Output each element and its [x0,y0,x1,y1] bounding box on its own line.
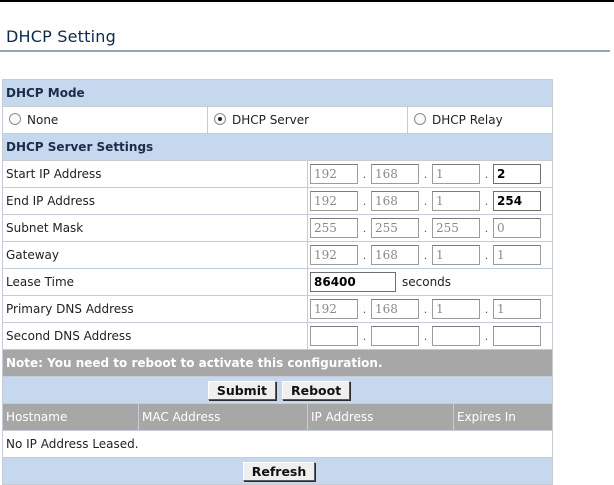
dhcp-mode-options: None DHCP Server DHCP Relay [2,106,554,134]
end-ip-octet-4[interactable]: 254 [493,191,541,211]
second-dns-octet-2[interactable] [371,326,419,346]
dhcp-mode-heading: DHCP Mode [1,79,554,107]
refresh-cell: Refresh [1,457,554,485]
mode-option-none[interactable]: None [2,106,208,134]
end-ip-octet-3[interactable]: 1 [432,191,480,211]
lease-table-header: Hostname MAC Address IP Address Expires … [2,403,554,431]
start-ip-label: Start IP Address [2,160,308,188]
server-settings-section: DHCP Server Settings [1,133,554,161]
subnet-octet-3[interactable]: 255 [432,218,480,238]
reboot-note: Note: You need to reboot to activate thi… [1,349,554,377]
title-divider [0,50,610,52]
gateway-octet-4[interactable]: 1 [493,245,541,265]
second-dns-octet-4[interactable] [493,326,541,346]
second-dns-row: Second DNS Address ... [2,322,554,350]
gateway-field: 192. 168. 1. 1 [306,241,554,269]
end-ip-label: End IP Address [2,187,308,215]
gateway-octet-1[interactable]: 192 [310,245,358,265]
gateway-label: Gateway [2,241,308,269]
lease-time-unit: seconds [402,275,452,289]
subnet-octet-1[interactable]: 255 [310,218,358,238]
end-ip-octet-1[interactable]: 192 [310,191,358,211]
lease-time-row: Lease Time 86400 seconds [2,268,554,296]
subnet-mask-field: 255. 255. 255. 0 [306,214,554,242]
subnet-octet-4[interactable]: 0 [493,218,541,238]
mode-option-relay[interactable]: DHCP Relay [406,106,554,134]
lease-time-label: Lease Time [2,268,308,296]
lease-empty-text: No IP Address Leased. [1,430,554,458]
start-ip-row: Start IP Address 192. 168. 1. 2 [2,160,554,188]
second-dns-field: ... [306,322,554,350]
mode-option-server[interactable]: DHCP Server [207,106,408,134]
primary-dns-octet-4[interactable]: 1 [493,299,541,319]
lease-empty-row: No IP Address Leased. [1,430,554,458]
start-ip-field: 192. 168. 1. 2 [306,160,554,188]
primary-dns-label: Primary DNS Address [2,295,308,323]
start-ip-octet-4[interactable]: 2 [493,164,541,184]
reboot-note-row: Note: You need to reboot to activate thi… [1,349,554,377]
start-ip-octet-1[interactable]: 192 [310,164,358,184]
lease-time-input[interactable]: 86400 [310,272,396,292]
end-ip-row: End IP Address 192. 168. 1. 254 [2,187,554,215]
gateway-row: Gateway 192. 168. 1. 1 [2,241,554,269]
primary-dns-field: 192. 168. 1. 1 [306,295,554,323]
mode-relay-label: DHCP Relay [432,113,503,127]
gateway-octet-3[interactable]: 1 [432,245,480,265]
mode-none-radio[interactable] [9,113,21,125]
subnet-octet-2[interactable]: 255 [371,218,419,238]
refresh-button[interactable]: Refresh [242,461,316,481]
refresh-row: Refresh [1,457,554,485]
primary-dns-octet-1[interactable]: 192 [310,299,358,319]
col-ip-address: IP Address [307,403,454,431]
primary-dns-octet-3[interactable]: 1 [432,299,480,319]
second-dns-label: Second DNS Address [2,322,308,350]
mode-server-label: DHCP Server [232,113,310,127]
submit-button[interactable]: Submit [207,380,276,400]
dhcp-mode-section: DHCP Mode [1,79,554,107]
subnet-mask-label: Subnet Mask [2,214,308,242]
end-ip-octet-2[interactable]: 168 [371,191,419,211]
col-hostname: Hostname [2,403,139,431]
server-settings-heading: DHCP Server Settings [1,133,554,161]
page-title: DHCP Setting [6,27,116,46]
end-ip-field: 192. 168. 1. 254 [306,187,554,215]
dhcp-settings-table: DHCP Mode None DHCP Server DHCP Relay DH… [1,79,554,485]
mode-server-radio[interactable] [214,113,226,125]
col-expires-in: Expires In [452,403,554,431]
start-ip-octet-3[interactable]: 1 [432,164,480,184]
mode-relay-radio[interactable] [414,113,426,125]
lease-time-field: 86400 seconds [306,268,554,296]
gateway-octet-2[interactable]: 168 [371,245,419,265]
top-border [0,0,614,2]
action-buttons-row: Submit Reboot [1,376,554,404]
mode-none-label: None [27,113,59,127]
reboot-button[interactable]: Reboot [281,380,351,400]
primary-dns-row: Primary DNS Address 192. 168. 1. 1 [2,295,554,323]
start-ip-octet-2[interactable]: 168 [371,164,419,184]
primary-dns-octet-2[interactable]: 168 [371,299,419,319]
col-mac-address: MAC Address [138,403,308,431]
second-dns-octet-3[interactable] [432,326,480,346]
second-dns-octet-1[interactable] [310,326,358,346]
action-buttons: Submit Reboot [1,376,554,404]
subnet-mask-row: Subnet Mask 255. 255. 255. 0 [2,214,554,242]
